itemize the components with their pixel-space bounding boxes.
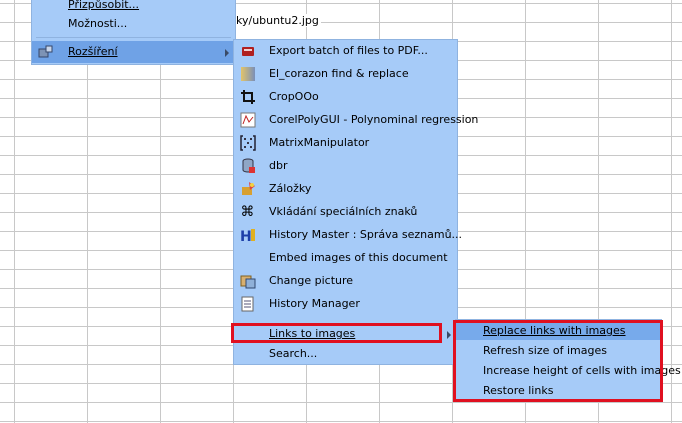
menu-item-history-master[interactable]: H History Master : Správa seznamů...: [234, 224, 463, 246]
menu-separator: [36, 37, 231, 38]
menu-item-change-picture[interactable]: Change picture: [234, 270, 457, 292]
extensions-icon: [37, 43, 54, 60]
extensions-submenu: Export batch of files to PDF... El_coraz…: [233, 39, 478, 365]
menu-item-label: CorelPolyGUI - Polynominal regression: [269, 113, 479, 126]
context-menu: Přizpůsobit... Možnosti... Rozšíření: [31, 0, 236, 65]
menu-item-search[interactable]: Search...: [234, 343, 457, 365]
matrix-icon: [239, 134, 256, 151]
crop-icon: [239, 88, 256, 105]
submenu-arrow-icon: [225, 49, 229, 57]
menu-item-cropooo[interactable]: CropOOo: [234, 86, 457, 108]
svg-text:H: H: [240, 229, 252, 243]
menu-item-corelpolygui[interactable]: CorelPolyGUI - Polynominal regression: [234, 109, 478, 131]
menu-item-export-pdf[interactable]: Export batch of files to PDF...: [234, 40, 457, 62]
annotation-highlight-links-item: [231, 323, 442, 343]
submenu-arrow-icon: [447, 331, 451, 339]
menu-item-label: El_corazon find & replace: [269, 67, 409, 80]
database-icon: [239, 157, 256, 174]
menu-item-label: Export batch of files to PDF...: [269, 44, 428, 57]
menu-item-label: MatrixManipulator: [269, 136, 370, 149]
menu-item-label: Přizpůsobit...: [68, 0, 140, 11]
history-master-icon: H: [239, 226, 256, 243]
menu-item-label: Možnosti...: [68, 17, 128, 30]
special-chars-icon: ⌘: [240, 203, 255, 220]
find-replace-icon: [239, 65, 256, 82]
bookmark-icon: [239, 180, 256, 197]
menu-item-zalozky[interactable]: Záložky: [234, 178, 457, 200]
menu-item-embed-images[interactable]: Embed images of this document: [234, 247, 457, 269]
menu-item-options[interactable]: Možnosti...: [32, 13, 235, 35]
menu-item-label: Záložky: [269, 182, 312, 195]
annotation-highlight-links-submenu: [453, 320, 663, 402]
change-picture-icon: [239, 272, 256, 289]
menu-item-label: Vkládání speciálních znaků: [269, 205, 418, 218]
menu-item-dbr[interactable]: dbr: [234, 155, 457, 177]
regression-chart-icon: [239, 111, 256, 128]
menu-item-label: Rozšíření: [68, 45, 118, 58]
menu-item-special-chars[interactable]: ⌘ Vkládání speciálních znaků: [234, 201, 457, 223]
pdf-export-icon: [239, 42, 256, 59]
menu-item-label: Embed images of this document: [269, 251, 448, 264]
menu-item-find-replace[interactable]: El_corazon find & replace: [234, 63, 457, 85]
history-manager-icon: [239, 295, 256, 312]
menu-item-extensions[interactable]: Rozšíření: [32, 41, 235, 63]
menu-item-matrixmanipulator[interactable]: MatrixManipulator: [234, 132, 457, 154]
menu-item-history-manager[interactable]: History Manager: [234, 293, 457, 315]
menu-item-label: History Manager: [269, 297, 360, 310]
menu-item-label: CropOOo: [269, 90, 319, 103]
menu-item-label: Change picture: [269, 274, 354, 287]
menu-item-label: Search...: [269, 347, 318, 360]
menu-item-label: dbr: [269, 159, 288, 172]
cell-content: ky/ubuntu2.jpg: [236, 14, 321, 27]
menu-item-label: History Master : Správa seznamů...: [269, 228, 463, 241]
